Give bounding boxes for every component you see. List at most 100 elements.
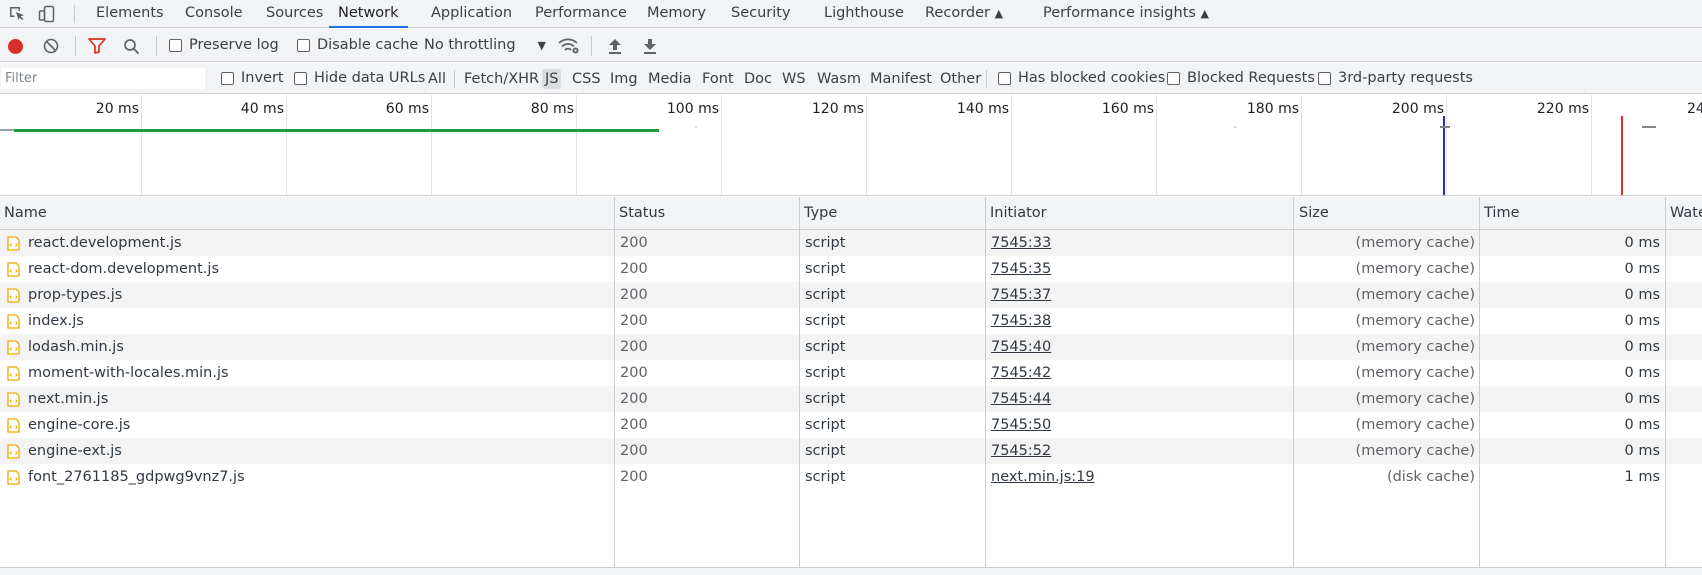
request-time: 0 ms: [1624, 417, 1660, 433]
filter-toggle-button[interactable]: [87, 37, 107, 55]
clear-button[interactable]: [42, 37, 60, 55]
tab-recorder[interactable]: Recorder ▲: [925, 0, 1003, 28]
request-time: 0 ms: [1624, 313, 1660, 329]
tab-elements[interactable]: Elements: [96, 0, 164, 28]
checkbox-box[interactable]: [297, 38, 310, 52]
invert-checkbox[interactable]: Invert: [221, 70, 284, 86]
type-filter-css[interactable]: CSS: [569, 69, 604, 89]
third-party-requests-checkbox[interactable]: 3rd-party requests: [1318, 70, 1473, 86]
column-divider[interactable]: [799, 197, 800, 567]
type-filter-font[interactable]: Font: [699, 69, 737, 89]
column-header-type[interactable]: Type: [800, 197, 985, 230]
network-overview-timeline[interactable]: 20 ms 40 ms 60 ms 80 ms 100 ms 120 ms 14…: [0, 95, 1702, 196]
inspect-element-icon[interactable]: [6, 3, 28, 25]
table-row[interactable]: engine-core.js 200 script 7545:50 (memor…: [0, 412, 1702, 438]
request-initiator-link[interactable]: 7545:35: [991, 256, 1291, 282]
checkbox-box[interactable]: [169, 38, 182, 52]
type-filter-all[interactable]: All: [425, 69, 449, 89]
export-har-button[interactable]: [641, 37, 659, 55]
tab-performance-insights[interactable]: Performance insights ▲: [1043, 0, 1209, 28]
column-divider[interactable]: [614, 197, 615, 567]
type-filter-ws[interactable]: WS: [779, 69, 809, 89]
request-initiator-link[interactable]: 7545:52: [991, 438, 1291, 464]
type-filter-fetch-xhr[interactable]: Fetch/XHR: [461, 69, 542, 89]
request-type: script: [805, 469, 846, 485]
tab-sources[interactable]: Sources: [266, 0, 323, 28]
column-header-initiator[interactable]: Initiator: [986, 197, 1291, 230]
import-har-button[interactable]: [606, 37, 624, 55]
request-status: 200: [620, 287, 648, 303]
checkbox-box[interactable]: [998, 71, 1011, 85]
request-time: 0 ms: [1624, 339, 1660, 355]
type-filter-js[interactable]: JS: [542, 69, 562, 89]
request-status: 200: [620, 261, 648, 277]
request-initiator-link[interactable]: 7545:44: [991, 386, 1291, 412]
column-divider[interactable]: [1665, 197, 1666, 567]
tab-lighthouse[interactable]: Lighthouse: [824, 0, 904, 28]
table-row[interactable]: index.js 200 script 7545:38 (memory cach…: [0, 308, 1702, 334]
blocked-requests-checkbox[interactable]: Blocked Requests: [1167, 70, 1315, 86]
column-header-status[interactable]: Status: [615, 197, 799, 230]
checkbox-box[interactable]: [1167, 71, 1180, 85]
column-divider[interactable]: [985, 197, 986, 567]
has-blocked-cookies-label: Has blocked cookies: [1018, 70, 1166, 86]
column-header-name[interactable]: Name: [0, 197, 614, 230]
type-filter-manifest[interactable]: Manifest: [867, 69, 935, 89]
tab-performance[interactable]: Performance: [535, 0, 627, 28]
throttling-select[interactable]: No throttling ▼: [424, 37, 546, 53]
request-initiator-link[interactable]: 7545:40: [991, 334, 1291, 360]
hide-data-urls-checkbox[interactable]: Hide data URLs: [294, 70, 425, 86]
checkbox-box[interactable]: [221, 71, 234, 85]
tab-security[interactable]: Security: [731, 0, 791, 28]
timeline-request-marker: [695, 126, 697, 128]
disable-cache-checkbox[interactable]: Disable cache: [297, 37, 418, 53]
divider: [75, 36, 76, 56]
table-row[interactable]: engine-ext.js 200 script 7545:52 (memory…: [0, 438, 1702, 464]
timeline-tick-label: 160 ms: [1101, 101, 1154, 117]
type-filter-media[interactable]: Media: [645, 69, 695, 89]
request-initiator-link[interactable]: 7545:50: [991, 412, 1291, 438]
tab-memory[interactable]: Memory: [647, 0, 706, 28]
type-filter-wasm[interactable]: Wasm: [814, 69, 864, 89]
column-header-time[interactable]: Time: [1480, 197, 1664, 230]
table-row[interactable]: font_2761185_gdpwg9vnz7.js 200 script ne…: [0, 464, 1702, 490]
table-row[interactable]: react.development.js 200 script 7545:33 …: [0, 230, 1702, 256]
checkbox-box[interactable]: [294, 71, 307, 85]
filter-icon: [88, 38, 106, 54]
timeline-tick-label: 24: [1687, 101, 1702, 117]
request-initiator-link[interactable]: next.min.js:19: [991, 464, 1291, 490]
network-conditions-button[interactable]: [557, 36, 581, 56]
table-row[interactable]: lodash.min.js 200 script 7545:40 (memory…: [0, 334, 1702, 360]
column-header-size[interactable]: Size: [1295, 197, 1479, 230]
timeline-tick-label: 140 ms: [956, 101, 1009, 117]
checkbox-box[interactable]: [1318, 71, 1331, 85]
request-type: script: [805, 261, 846, 277]
request-initiator-link[interactable]: 7545:38: [991, 308, 1291, 334]
search-button[interactable]: [122, 37, 140, 55]
type-filter-other[interactable]: Other: [937, 69, 984, 89]
request-initiator-link[interactable]: 7545:42: [991, 360, 1291, 386]
filter-input[interactable]: [1, 68, 205, 89]
timeline-gridline: [141, 95, 142, 195]
device-toolbar-icon[interactable]: [36, 3, 58, 25]
column-divider[interactable]: [1293, 197, 1294, 567]
column-divider[interactable]: [1479, 197, 1480, 567]
table-row[interactable]: next.min.js 200 script 7545:44 (memory c…: [0, 386, 1702, 412]
tab-console[interactable]: Console: [185, 0, 243, 28]
has-blocked-cookies-checkbox[interactable]: Has blocked cookies: [998, 70, 1165, 86]
column-header-waterfall[interactable]: Wate: [1666, 197, 1702, 230]
table-row[interactable]: prop-types.js 200 script 7545:37 (memory…: [0, 282, 1702, 308]
preserve-log-checkbox[interactable]: Preserve log: [169, 37, 279, 53]
record-button[interactable]: [6, 37, 24, 55]
tab-application[interactable]: Application: [431, 0, 512, 28]
request-initiator-link[interactable]: 7545:33: [991, 230, 1291, 256]
request-initiator-link[interactable]: 7545:37: [991, 282, 1291, 308]
tab-network[interactable]: Network: [329, 0, 408, 28]
type-filter-doc[interactable]: Doc: [741, 69, 775, 89]
request-status: 200: [620, 235, 648, 251]
table-row[interactable]: react-dom.development.js 200 script 7545…: [0, 256, 1702, 282]
timeline-tick-label: 80 ms: [530, 101, 574, 117]
timeline-gridline: [1301, 95, 1302, 195]
type-filter-img[interactable]: Img: [607, 69, 641, 89]
table-row[interactable]: moment-with-locales.min.js 200 script 75…: [0, 360, 1702, 386]
